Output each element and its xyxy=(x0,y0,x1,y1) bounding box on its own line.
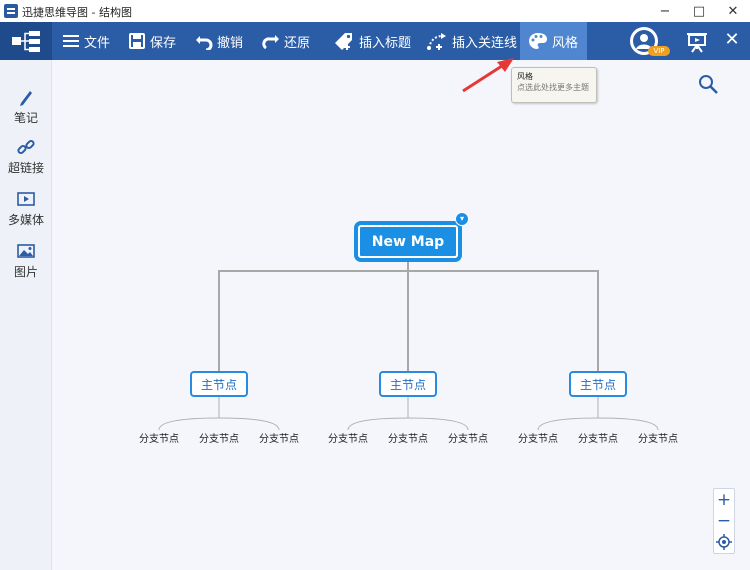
center-map-button[interactable] xyxy=(714,532,734,552)
branch-node[interactable]: 分支节点 xyxy=(386,430,430,445)
main-node[interactable]: 主节点 xyxy=(379,371,437,397)
sidebar-label-media: 多媒体 xyxy=(7,213,44,227)
title-bar: 迅捷思维导图 - 结构图 − □ ✕ xyxy=(0,0,750,22)
root-node[interactable]: New Map xyxy=(355,222,461,261)
undo-label: 撤销 xyxy=(217,35,244,51)
main-node[interactable]: 主节点 xyxy=(190,371,248,397)
redo-icon xyxy=(262,32,280,50)
branch-node[interactable]: 分支节点 xyxy=(257,430,301,445)
tooltip-description: 点选此处找更多主题 xyxy=(517,83,589,92)
main-toolbar: 文件 保存 撤销 还原 插入标题 插入关连线 风格 VIP ✕ xyxy=(0,22,750,60)
media-icon xyxy=(17,190,35,208)
search-button[interactable] xyxy=(698,74,720,96)
mindmap-structure-icon xyxy=(12,31,40,52)
branch-node[interactable]: 分支节点 xyxy=(576,430,620,445)
branch-node[interactable]: 分支节点 xyxy=(197,430,241,445)
app-logo-icon xyxy=(4,4,18,18)
save-icon xyxy=(128,32,146,50)
branch-node[interactable]: 分支节点 xyxy=(516,430,560,445)
main-node[interactable]: 主节点 xyxy=(569,371,627,397)
branch-node[interactable]: 分支节点 xyxy=(137,430,181,445)
tag-icon xyxy=(333,32,355,50)
undo-button[interactable]: 撤销 xyxy=(195,22,243,60)
style-label: 风格 xyxy=(552,35,579,51)
minimize-button[interactable]: − xyxy=(648,0,682,22)
style-tooltip: 风格 点选此处找更多主题 xyxy=(511,67,597,103)
redo-button[interactable]: 还原 xyxy=(262,22,310,60)
sidebar-label-hyperlink: 超链接 xyxy=(7,161,44,175)
undo-icon xyxy=(195,32,213,50)
zoom-controls: + − xyxy=(713,488,735,554)
palette-icon xyxy=(528,32,548,50)
zoom-out-button[interactable]: − xyxy=(714,511,734,531)
insert-connector-button[interactable]: 插入关连线 xyxy=(426,22,517,60)
branch-node[interactable]: 分支节点 xyxy=(326,430,370,445)
save-button[interactable]: 保存 xyxy=(128,22,176,60)
sidebar-label-image: 图片 xyxy=(13,265,38,279)
menu-icon xyxy=(62,32,80,50)
sidebar-item-media[interactable]: 多媒体 xyxy=(0,190,52,236)
sidebar-item-hyperlink[interactable]: 超链接 xyxy=(0,138,52,184)
file-label: 文件 xyxy=(84,35,111,51)
insert-connector-label: 插入关连线 xyxy=(452,35,518,51)
sidebar-label-notes: 笔记 xyxy=(13,111,38,125)
close-map-button[interactable]: ✕ xyxy=(722,30,742,50)
window-title: 迅捷思维导图 - 结构图 xyxy=(22,6,132,19)
style-button[interactable]: 风格 xyxy=(520,22,587,60)
left-sidebar: 笔记 超链接 多媒体 图片 xyxy=(0,60,52,570)
vip-badge: VIP xyxy=(648,46,670,56)
connector-icon xyxy=(426,32,448,50)
search-icon xyxy=(699,75,718,94)
image-icon xyxy=(17,242,35,260)
pen-icon xyxy=(17,88,35,106)
branch-node[interactable]: 分支节点 xyxy=(636,430,680,445)
branch-node[interactable]: 分支节点 xyxy=(446,430,490,445)
redo-label: 还原 xyxy=(284,35,311,51)
sidebar-item-notes[interactable]: 笔记 xyxy=(0,88,52,134)
save-label: 保存 xyxy=(150,35,177,51)
presentation-button[interactable] xyxy=(686,31,708,53)
maximize-button[interactable]: □ xyxy=(682,0,716,22)
tooltip-title: 风格 xyxy=(517,72,533,81)
file-menu-button[interactable]: 文件 xyxy=(62,22,110,60)
presentation-icon xyxy=(687,33,707,53)
link-icon xyxy=(17,138,35,156)
collapse-toggle-button[interactable]: ▾ xyxy=(455,212,469,226)
insert-title-label: 插入标题 xyxy=(359,35,412,51)
sidebar-item-image[interactable]: 图片 xyxy=(0,242,52,288)
zoom-in-button[interactable]: + xyxy=(714,490,734,510)
close-window-button[interactable]: ✕ xyxy=(716,0,750,22)
locate-icon xyxy=(716,534,732,550)
map-canvas[interactable] xyxy=(52,60,750,570)
structure-toggle-button[interactable] xyxy=(0,22,52,60)
insert-title-button[interactable]: 插入标题 xyxy=(333,22,411,60)
